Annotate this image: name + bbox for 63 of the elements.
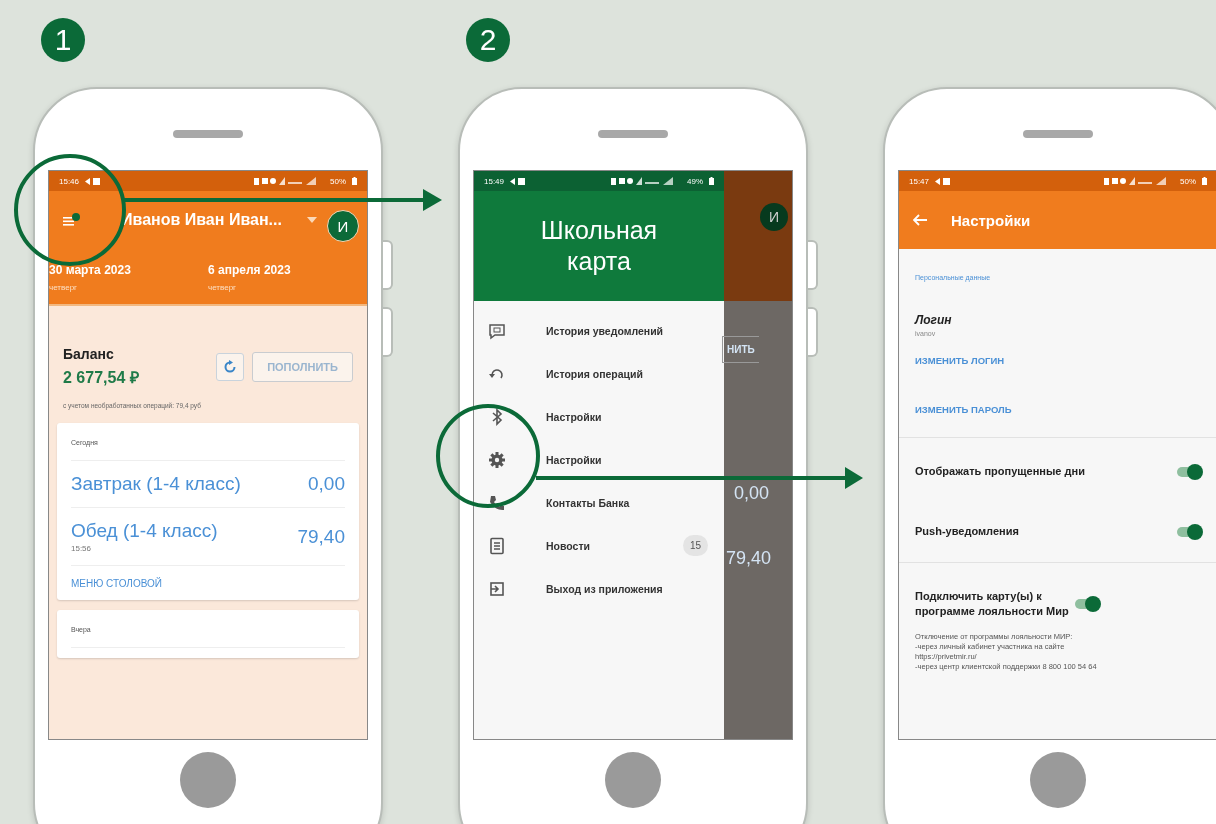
home-button[interactable] [605,752,661,808]
avatar-initial[interactable]: И [327,210,359,242]
home-button[interactable] [1030,752,1086,808]
dropdown-caret-icon[interactable] [307,217,317,223]
back-arrow-icon[interactable] [913,214,927,226]
battery-percent: 49% [687,176,703,186]
battery-icon [352,177,357,185]
status-time: 15:49 [484,176,505,186]
drawer-menu-item[interactable]: Настройки [474,395,724,438]
exit-icon [488,579,506,598]
drawer-menu-item[interactable]: История уведомлений [474,309,724,352]
menu-link[interactable]: МЕНЮ СТОЛОВОЙ [71,566,345,590]
battery-icon [1202,177,1207,185]
drawer-menu-item[interactable]: Новости 15 [474,524,724,567]
toggle-label: Push-уведомления [915,524,1020,540]
refresh-icon [223,360,238,374]
speaker-slot [1023,130,1093,138]
login-label: Логин [913,312,953,327]
meal-amount: 79,40 [297,525,345,548]
meal-name[interactable]: Обед (1-4 класс) [71,520,298,542]
meal-amount: 79,40 [725,548,773,569]
weekday-label: четверг [208,283,236,292]
drawer-menu-item[interactable]: Выход из приложения [474,567,724,610]
meal-amount: 0,00 [733,483,771,504]
menu-icon[interactable] [63,213,81,227]
screen-title: Настройки [950,211,1031,229]
speaker-slot [598,130,668,138]
avatar-initial: И [760,203,788,231]
weekday-label: четверг [49,283,77,292]
toggle-switch[interactable] [1075,596,1099,613]
date-label: 6 апреля 2023 [208,263,291,277]
toggle-label: Отображать пропущенные дни [915,464,1086,480]
drawer-menu-item[interactable]: История операций [474,352,724,395]
drawer-menu-item[interactable]: Контакты Банка [474,481,724,524]
battery-icon [709,177,714,185]
step-number: 2 [466,18,510,62]
meal-name[interactable]: Завтрак (1-4 класс) [71,473,308,495]
meal-amount: 0,00 [308,473,345,495]
status-time: 15:46 [59,176,80,186]
step-number: 1 [41,18,85,62]
document-icon [488,536,506,555]
toggle-label: Подключить карту(ы) к программе лояльности Мир [915,589,1070,620]
toggle-switch[interactable] [1177,524,1201,540]
phone-icon [488,493,506,512]
status-time: 15:47 [909,176,930,186]
balance-title: Баланс [63,346,115,362]
refresh-button[interactable] [216,353,245,381]
balance-amount: 2 677,54 ₽ [63,368,140,388]
count-badge: 15 [682,535,708,556]
battery-percent: 50% [330,176,346,186]
gear-icon [488,450,506,469]
home-button[interactable] [180,752,236,808]
speaker-slot [173,130,243,138]
app-title: Школьная карта [539,214,659,277]
chat-bubble-icon [488,321,506,340]
battery-percent: 50% [1180,176,1196,186]
drawer-menu-item[interactable]: Настройки [474,438,724,481]
toggle-switch[interactable] [1177,464,1201,480]
notification-icons-drawing [85,177,102,185]
notification-icons-drawing [510,177,527,185]
meal-time: 15:56 [71,544,93,553]
date-label: 30 марта 2023 [49,263,131,277]
notification-icons-drawing [935,177,952,185]
